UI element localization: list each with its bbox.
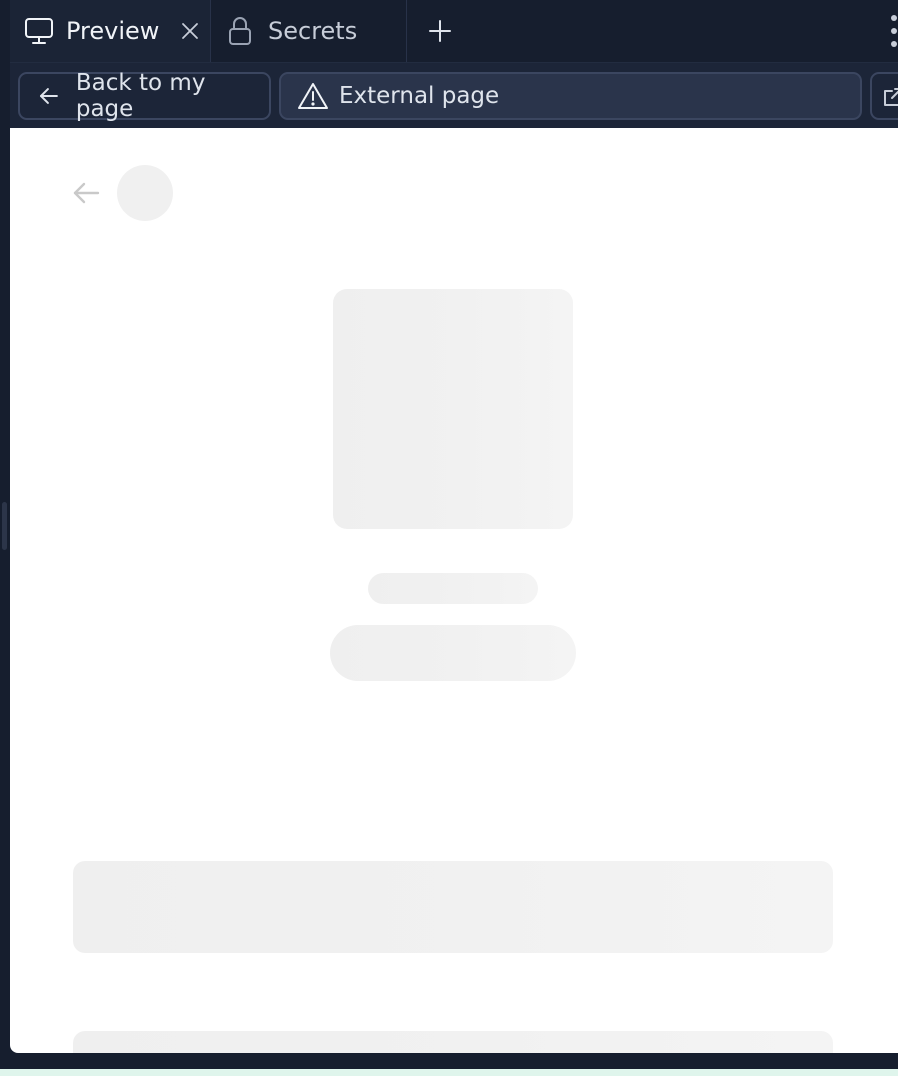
avatar-skeleton — [117, 165, 173, 221]
title-skeleton — [368, 573, 538, 604]
warning-triangle-icon — [298, 83, 328, 109]
arrow-left-icon — [39, 88, 58, 104]
image-skeleton — [333, 289, 573, 529]
status-strip — [0, 1069, 898, 1076]
open-external-button[interactable] — [870, 72, 898, 120]
external-link-icon — [884, 88, 898, 106]
tab-secrets[interactable]: Secrets — [211, 0, 407, 62]
button-skeleton — [330, 625, 576, 681]
plus-icon[interactable] — [426, 17, 454, 45]
panel-resize-handle[interactable] — [2, 502, 7, 550]
tab-preview-label: Preview — [66, 17, 160, 45]
external-page-label: External page — [339, 83, 500, 109]
vertical-dots-icon[interactable] — [884, 14, 898, 48]
page-preview — [10, 128, 898, 1053]
tab-bar: Preview Secrets — [0, 0, 898, 62]
close-icon[interactable] — [178, 19, 202, 43]
card-skeleton — [73, 1031, 833, 1053]
arrow-left-icon[interactable] — [71, 178, 101, 208]
back-to-my-page-button[interactable]: Back to my page — [18, 70, 271, 122]
tab-secrets-label: Secrets — [268, 17, 358, 45]
monitor-icon — [25, 18, 53, 44]
tab-preview[interactable]: Preview — [10, 0, 211, 62]
external-page-indicator[interactable]: External page — [279, 72, 862, 120]
preview-navbar: Back to my page External page — [10, 62, 898, 128]
card-skeleton — [73, 861, 833, 953]
back-button-label: Back to my page — [75, 70, 206, 122]
lock-icon — [229, 17, 251, 45]
